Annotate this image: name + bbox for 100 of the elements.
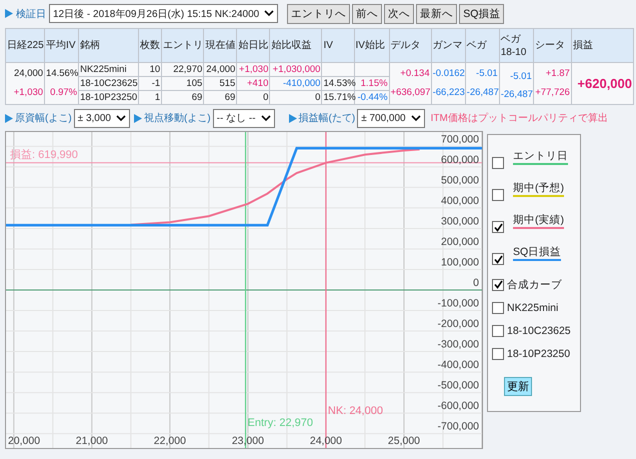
price-cell: 515	[204, 76, 237, 90]
entry-cell: 69	[162, 90, 204, 104]
quantity-cell: 10	[138, 62, 162, 76]
column-header: デルタ	[389, 28, 432, 62]
average-iv-change: 0.97%	[49, 86, 78, 100]
column-header: 平均IV	[44, 28, 79, 62]
nav-button[interactable]: 次へ	[384, 4, 414, 24]
legend-label: NK225mini	[507, 302, 558, 314]
nav-button[interactable]: SQ損益	[459, 4, 504, 24]
y-tick-label: 200,000	[441, 236, 479, 248]
vega-month-value: -5.01	[509, 70, 532, 84]
iv-cell: 15.71%	[322, 90, 354, 104]
update-button[interactable]: 更新	[504, 377, 532, 396]
checkbox[interactable]	[492, 348, 504, 360]
checkbox[interactable]	[492, 189, 504, 201]
y-tick-label: -500,000	[438, 380, 479, 392]
profit-cell: +1,030,000	[270, 62, 322, 76]
column-header: ベガ 18-10	[499, 28, 534, 62]
y-tick-label: -100,000	[438, 298, 479, 310]
nav-button[interactable]: 最新へ	[416, 4, 458, 24]
vega-month-amount: -26,487	[500, 88, 532, 102]
legend-label: 期中(実績)	[513, 213, 564, 229]
symbol-cell: NK225mini	[78, 62, 139, 76]
legend-label: SQ日損益	[513, 245, 562, 261]
checkbox[interactable]	[492, 157, 504, 169]
price-cell: 24,000	[204, 62, 237, 76]
triangle-icon	[134, 114, 142, 122]
range-select[interactable]: ± 3,000	[74, 108, 130, 128]
y-tick-label: 100,000	[441, 256, 479, 268]
total-profit: +620,000	[571, 62, 634, 104]
change-cell: +1,030	[236, 62, 270, 76]
vega-amount: -26,487	[466, 86, 498, 100]
column-header: IV	[322, 28, 354, 62]
average-iv: 14.56%	[46, 67, 78, 82]
triangle-icon	[5, 114, 13, 122]
entry-cell: 22,970	[162, 62, 204, 76]
y-tick-label: -700,000	[438, 420, 479, 433]
y-tick-label: 0	[473, 277, 479, 289]
quantity-cell: 1	[138, 90, 162, 104]
delta-amount: +636,097	[390, 86, 430, 100]
column-header: 損益	[571, 28, 634, 62]
date-label: 検証日	[16, 8, 46, 20]
y-tick-label: -300,000	[438, 338, 479, 351]
quantity-cell: -1	[138, 76, 162, 90]
nikkei-change: +1,030	[12, 86, 44, 100]
iv-change-cell: -0.44%	[354, 90, 390, 104]
column-header: IV始比	[354, 28, 390, 62]
chevron-icon	[260, 114, 271, 122]
column-header: 始比収益	[270, 28, 322, 62]
nav-button[interactable]: エントリへ	[287, 4, 350, 24]
checkbox[interactable]	[492, 253, 504, 265]
nikkei-price: 24,000	[12, 67, 44, 82]
x-tick-label: 20,000	[8, 435, 40, 447]
legend-label: エントリ日	[513, 149, 568, 165]
column-header: ガンマ	[431, 28, 466, 62]
column-header: シータ	[533, 28, 572, 62]
legend-label: 期中(予想)	[513, 181, 564, 197]
control-label: 原資幅(よこ)	[15, 112, 72, 125]
y-tick-label: -200,000	[438, 318, 479, 330]
column-header: 日経225	[6, 28, 45, 62]
gamma-amount: -66,223	[432, 86, 464, 100]
marker-label: Entry: 22,970	[248, 417, 313, 429]
nav-button[interactable]: 前へ	[352, 4, 382, 24]
column-header: 現在値	[204, 28, 237, 62]
column-header: 銘柄	[78, 28, 139, 62]
theta-amount: +77,726	[534, 86, 570, 100]
theta-value: +1.87	[544, 67, 570, 82]
vega-value: -5.01	[475, 67, 498, 82]
triangle-icon	[288, 114, 297, 122]
profit-cell: 0	[270, 90, 322, 104]
chevron-icon	[264, 10, 274, 17]
marker-label: NK: 24,000	[328, 405, 383, 417]
date-select[interactable]: 12日後 - 2018年09月26日(水) 15:15 NK:24000	[49, 4, 278, 23]
y-tick-label: -400,000	[438, 359, 479, 372]
iv-cell: 14.53%	[322, 76, 354, 90]
delta-value: +0.134	[399, 67, 430, 82]
checkbox[interactable]	[492, 278, 504, 290]
x-tick-label: 25,000	[388, 435, 420, 447]
range-select[interactable]: ± 700,000	[357, 108, 425, 128]
y-tick-label: 400,000	[441, 194, 479, 207]
legend-label: 18-10P23250	[507, 348, 570, 360]
column-header: 枚数	[138, 28, 162, 62]
price-cell: 69	[204, 90, 237, 104]
change-cell: 0	[236, 90, 270, 104]
gamma-value: -0.0162	[432, 67, 464, 82]
symbol-cell: 18-10C23625	[78, 76, 139, 90]
checkbox[interactable]	[492, 324, 504, 336]
checkbox[interactable]	[492, 221, 504, 233]
control-label: 視点移動(よこ)	[144, 112, 211, 125]
x-tick-label: 21,000	[76, 435, 108, 447]
checkbox[interactable]	[492, 302, 504, 314]
range-select[interactable]: -- なし --	[212, 108, 275, 128]
legend-label: 18-10C23625	[507, 324, 571, 336]
control-label: 損益幅(たて)	[298, 112, 356, 125]
iv-change-cell: 1.15%	[354, 76, 390, 90]
column-header: ベガ	[465, 28, 500, 62]
y-tick-label: 300,000	[441, 215, 479, 228]
x-tick-label: 22,000	[154, 435, 186, 447]
chevron-icon	[116, 114, 126, 122]
column-header: エントリ	[162, 28, 204, 62]
